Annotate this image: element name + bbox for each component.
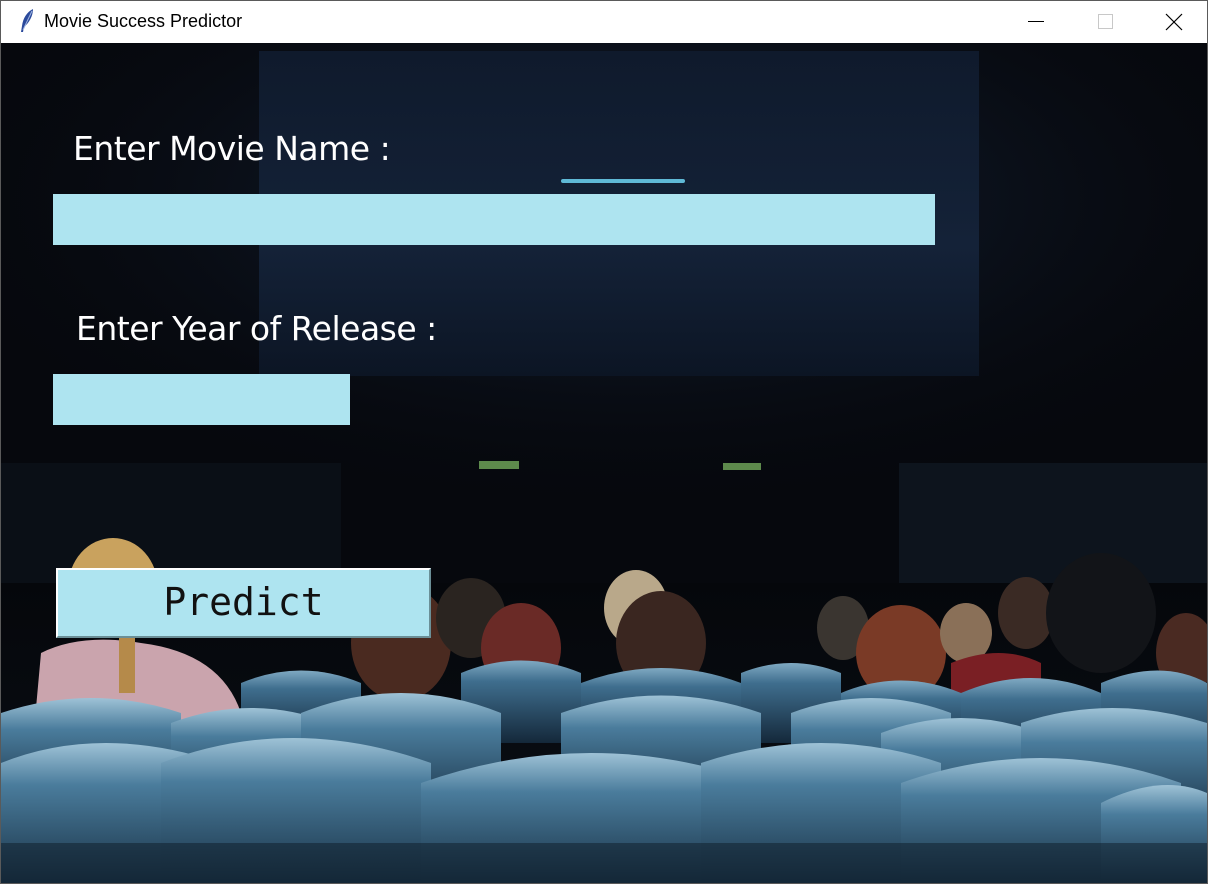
feather-icon <box>18 8 36 34</box>
minimize-icon <box>1028 21 1044 22</box>
close-button[interactable] <box>1139 1 1207 43</box>
year-of-release-label: Enter Year of Release : <box>76 309 437 348</box>
close-icon <box>1165 13 1183 31</box>
movie-name-label: Enter Movie Name : <box>73 129 391 168</box>
client-area: Enter Movie Name : Enter Year of Release… <box>1 43 1207 883</box>
window-title: Movie Success Predictor <box>44 11 243 31</box>
year-of-release-input[interactable] <box>53 374 350 425</box>
title-bar[interactable]: Movie Success Predictor <box>1 1 1207 43</box>
app-window: Movie Success Predictor Enter Movie Name… <box>0 0 1208 884</box>
predict-button[interactable]: Predict <box>56 568 431 638</box>
movie-name-input[interactable] <box>53 194 935 245</box>
maximize-icon <box>1098 14 1113 29</box>
minimize-button[interactable] <box>1001 1 1071 43</box>
maximize-button[interactable] <box>1070 1 1140 43</box>
cinema-background-image <box>1 43 1207 883</box>
